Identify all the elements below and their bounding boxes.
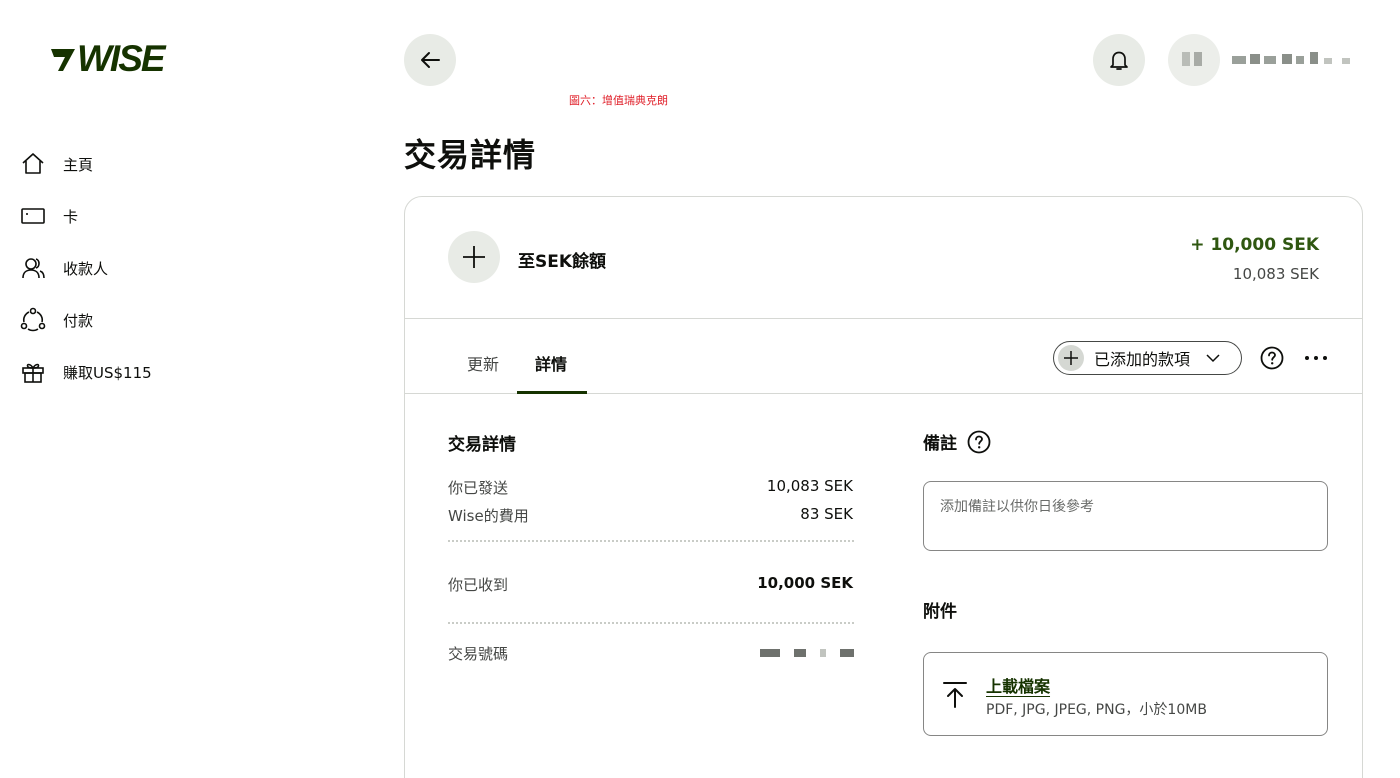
active-tab-indicator: [517, 391, 587, 394]
avatar[interactable]: [1168, 34, 1220, 86]
tab-bar: 更新 詳情 已添加的款項: [405, 319, 1362, 394]
note-input[interactable]: [923, 481, 1328, 551]
chevron-down-icon: [1206, 353, 1220, 363]
transaction-summary: 至SEK餘額 + 10,000 SEK 10,083 SEK: [405, 197, 1362, 319]
upload-file-button[interactable]: 上載檔案 PDF, JPG, JPEG, PNG，小於10MB: [923, 652, 1328, 736]
notifications-button[interactable]: [1093, 34, 1145, 86]
back-button[interactable]: [404, 34, 456, 86]
sidebar-item-card[interactable]: 卡: [20, 190, 152, 242]
added-items-dropdown[interactable]: 已添加的款項: [1053, 341, 1242, 375]
arrow-left-icon: [421, 52, 440, 68]
sidebar-item-payments[interactable]: 付款: [20, 294, 152, 346]
wise-flag-icon: [51, 49, 75, 71]
plus-icon: [448, 231, 500, 283]
gift-icon: [20, 359, 46, 385]
details-section-title: 交易詳情: [448, 435, 516, 455]
notes-title: 備註: [923, 434, 957, 454]
more-options-button[interactable]: [1305, 346, 1327, 370]
notes-header: 備註: [923, 429, 991, 454]
sidebar-item-label: 付款: [63, 311, 94, 330]
recipients-icon: [20, 255, 46, 281]
plus-icon: [1058, 345, 1084, 371]
reference-label: 交易號碼: [448, 645, 509, 663]
sidebar-item-label: 主頁: [63, 155, 94, 174]
wise-logo[interactable]: WISE: [49, 37, 166, 79]
image-caption: 圖六：增值瑞典克朗: [569, 94, 668, 107]
dot: [1314, 356, 1318, 360]
received-label: 你已收到: [448, 576, 509, 594]
home-icon: [20, 151, 46, 177]
help-icon[interactable]: [967, 430, 991, 454]
divider: [448, 540, 854, 542]
reference-value-blurred: [760, 649, 854, 657]
tab-updates[interactable]: 更新: [467, 351, 499, 375]
bell-icon: [1110, 51, 1128, 70]
divider: [448, 622, 854, 624]
brand-name: WISE: [77, 37, 166, 79]
transaction-card: 至SEK餘額 + 10,000 SEK 10,083 SEK 更新 詳情 已添加…: [404, 196, 1363, 778]
sidebar-item-recipients[interactable]: 收款人: [20, 242, 152, 294]
user-name-blurred[interactable]: [1232, 52, 1352, 68]
sidebar-nav: 主頁 卡 收款人 付款 賺取US$115: [20, 138, 152, 398]
sent-label: 你已發送: [448, 479, 509, 497]
transaction-title: 至SEK餘額: [518, 252, 607, 272]
dot: [1305, 356, 1309, 360]
help-icon[interactable]: [1260, 346, 1284, 370]
upload-file-hint: PDF, JPG, JPEG, PNG，小於10MB: [986, 702, 1207, 718]
sidebar-item-home[interactable]: 主頁: [20, 138, 152, 190]
dot: [1323, 356, 1327, 360]
card-icon: [20, 203, 46, 229]
added-items-label: 已添加的款項: [1094, 350, 1191, 369]
upload-file-label: 上載檔案: [986, 677, 1051, 696]
sent-value: 10,083 SEK: [766, 477, 853, 495]
transaction-amount: + 10,000 SEK: [1190, 235, 1319, 255]
fee-label: Wise的費用: [448, 507, 529, 525]
payments-icon: [20, 307, 46, 333]
fee-value: 83 SEK: [800, 505, 853, 523]
sidebar-item-earn[interactable]: 賺取US$115: [20, 346, 152, 398]
page-title: 交易詳情: [404, 136, 537, 174]
upload-icon: [943, 682, 967, 708]
transaction-sub-amount: 10,083 SEK: [1232, 265, 1319, 283]
sidebar-item-label: 卡: [63, 207, 79, 226]
received-value: 10,000 SEK: [757, 574, 853, 592]
sidebar-item-label: 賺取US$115: [63, 363, 152, 382]
tab-details[interactable]: 詳情: [535, 351, 567, 375]
sidebar-item-label: 收款人: [63, 259, 109, 278]
attachments-title: 附件: [923, 602, 957, 622]
